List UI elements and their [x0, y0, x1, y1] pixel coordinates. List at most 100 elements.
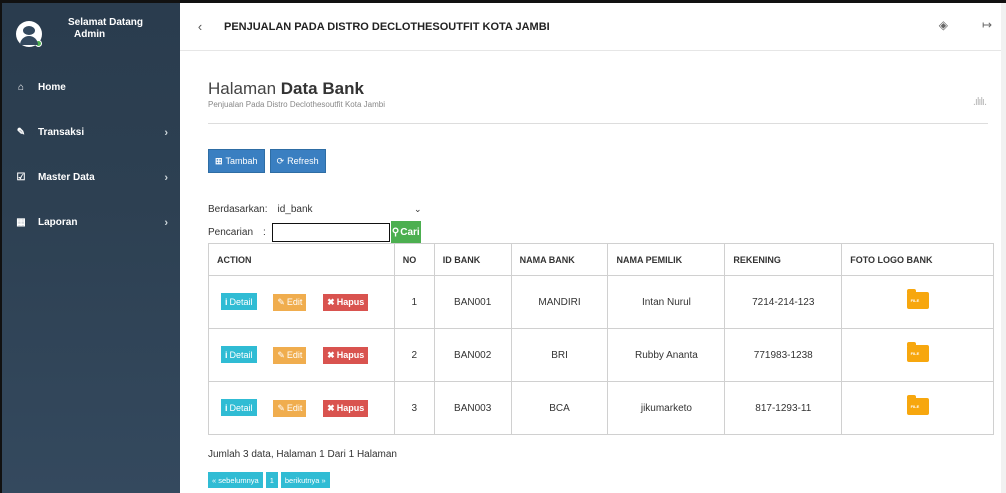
- search-icon: ⚲: [391, 226, 400, 238]
- page-title: Halaman Data Bank: [208, 79, 1006, 99]
- search-button[interactable]: ⚲ Cari: [390, 221, 421, 243]
- cell-id-bank: BAN002: [433, 328, 512, 382]
- sidebar-item-transaksi[interactable]: ✎ Transaksi ›: [2, 110, 180, 155]
- column-header: NO: [393, 243, 435, 276]
- close-icon: ✖: [327, 402, 335, 413]
- cell-id-bank: BAN003: [433, 381, 512, 435]
- cell-no: 1: [393, 275, 435, 329]
- info-icon: i: [225, 349, 228, 360]
- filter-by-select[interactable]: id_bank ⌄: [273, 200, 421, 218]
- cell-nama-bank: BCA: [510, 381, 609, 435]
- next-page-button[interactable]: berikutnya »: [280, 472, 330, 488]
- sidebar-item-label: Transaksi: [38, 127, 85, 138]
- info-icon: i: [225, 296, 228, 307]
- cell-logo: FILE: [841, 328, 994, 382]
- edit-button[interactable]: ✎ Edit: [273, 346, 307, 364]
- info-icon: i: [225, 402, 228, 413]
- refresh-button-label: Refresh: [287, 156, 319, 166]
- sidebar-item-label: Master Data: [38, 172, 95, 183]
- filter-by-label: Berdasarkan:: [208, 203, 268, 215]
- cell-nama-pemilik: Intan Nurul: [607, 275, 726, 329]
- refresh-icon: ⟳: [276, 155, 285, 166]
- scrollbar[interactable]: [1001, 3, 1006, 493]
- bar-chart-icon: .ılılı.: [972, 96, 987, 108]
- edit-icon: ✎: [277, 349, 285, 360]
- edit-icon: ☑: [16, 172, 26, 183]
- detail-button[interactable]: i Detail: [221, 293, 257, 311]
- chevron-right-icon: ›: [164, 216, 168, 229]
- detail-button[interactable]: i Detail: [221, 346, 257, 364]
- add-button[interactable]: ⊞ Tambah: [208, 149, 265, 173]
- search-input[interactable]: [271, 222, 390, 242]
- top-bar: ‹ PENJUALAN PADA DISTRO DECLOTHESOUTFIT …: [180, 3, 1006, 51]
- sidebar-item-home[interactable]: ⌂ Home: [2, 65, 180, 110]
- table-row: i Detail ✎ Edit ✖ Hapus 3 BAN003 BCA jikuma…: [208, 381, 994, 435]
- filter-by-value: id_bank: [277, 203, 313, 215]
- cell-nama-pemilik: Rubby Ananta: [607, 328, 726, 382]
- cell-no: 2: [393, 328, 435, 382]
- welcome-text: Selamat Datang: [68, 17, 144, 28]
- user-name: Admin: [74, 29, 106, 40]
- chevron-left-icon: ‹: [197, 19, 203, 34]
- column-header: NAMA BANK: [510, 243, 609, 276]
- table-header-row: ACTION NO ID BANK NAMA BANK NAMA PEMILIK…: [208, 243, 994, 276]
- prev-page-button[interactable]: « sebelumnya: [208, 472, 263, 488]
- edit-button[interactable]: ✎ Edit: [273, 399, 307, 417]
- divider: [208, 123, 988, 124]
- sidebar-item-laporan[interactable]: ▦ Laporan ›: [2, 200, 180, 245]
- file-folder-icon[interactable]: FILE: [906, 342, 929, 362]
- chevron-right-icon: ›: [164, 126, 168, 139]
- cell-no: 3: [393, 381, 435, 435]
- refresh-button[interactable]: ⟳ Refresh: [269, 149, 326, 173]
- cell-rekening: 771983-1238: [724, 328, 843, 382]
- action-cell: i Detail ✎ Edit ✖ Hapus: [208, 328, 395, 382]
- page-subtitle: Penjualan Pada Distro Declothesoutfit Ko…: [208, 100, 385, 109]
- sidebar-toggle-button[interactable]: ‹: [180, 19, 220, 34]
- table-row: i Detail ✎ Edit ✖ Hapus 1 BAN001 MANDIRI In…: [208, 275, 994, 329]
- cell-nama-bank: MANDIRI: [510, 275, 609, 329]
- sidebar-item-label: Home: [38, 82, 66, 93]
- sidebar: Selamat Datang Admin ⌂ Home ✎ Transaksi …: [2, 3, 180, 493]
- table-row: i Detail ✎ Edit ✖ Hapus 2 BAN002 BRI Rubby …: [208, 328, 994, 382]
- paint-bucket-icon[interactable]: ◈: [939, 18, 948, 32]
- cell-id-bank: BAN001: [433, 275, 512, 329]
- avatar: [16, 21, 42, 47]
- delete-button[interactable]: ✖ Hapus: [323, 399, 369, 417]
- column-header: FOTO LOGO BANK: [841, 243, 994, 276]
- delete-button[interactable]: ✖ Hapus: [323, 346, 369, 364]
- column-header: REKENING: [724, 243, 843, 276]
- cell-logo: FILE: [841, 275, 994, 329]
- delete-button[interactable]: ✖ Hapus: [323, 293, 369, 311]
- pencil-icon: ✎: [16, 127, 26, 138]
- search-button-label: Cari: [400, 226, 420, 238]
- add-button-label: Tambah: [225, 156, 258, 166]
- file-folder-icon[interactable]: FILE: [906, 395, 929, 415]
- cell-rekening: 7214-214-123: [724, 275, 843, 329]
- filter-form: Berdasarkan: id_bank ⌄ Pencarian : ⚲ Car…: [208, 201, 421, 243]
- cell-logo: FILE: [841, 381, 994, 435]
- file-folder-icon[interactable]: FILE: [906, 289, 929, 309]
- sidebar-item-label: Laporan: [38, 217, 78, 228]
- cell-nama-bank: BRI: [510, 328, 609, 382]
- detail-button[interactable]: i Detail: [221, 399, 257, 417]
- online-status-icon: [35, 40, 42, 47]
- sidebar-item-master-data[interactable]: ☑ Master Data ›: [2, 155, 180, 200]
- chevron-down-icon: ⌄: [413, 203, 422, 214]
- home-icon: ⌂: [17, 82, 25, 93]
- page-number-button[interactable]: 1: [265, 472, 278, 488]
- edit-icon: ✎: [277, 296, 285, 307]
- edit-button[interactable]: ✎ Edit: [273, 293, 307, 311]
- pagination-info: Jumlah 3 data, Halaman 1 Dari 1 Halaman: [208, 449, 397, 460]
- app-title: PENJUALAN PADA DISTRO DECLOTHESOUTFIT KO…: [224, 20, 550, 33]
- close-icon: ✖: [327, 296, 335, 307]
- logout-icon[interactable]: ↦: [982, 18, 992, 32]
- cell-nama-pemilik: jikumarketo: [607, 381, 726, 435]
- column-header: NAMA PEMILIK: [607, 243, 726, 276]
- page-title-main: Data Bank: [280, 79, 364, 98]
- bank-table: ACTION NO ID BANK NAMA BANK NAMA PEMILIK…: [208, 243, 994, 435]
- action-cell: i Detail ✎ Edit ✖ Hapus: [208, 381, 395, 435]
- cell-rekening: 817-1293-11: [724, 381, 843, 435]
- calendar-icon: ▦: [16, 217, 26, 228]
- page-title-prefix: Halaman: [208, 79, 277, 98]
- close-icon: ✖: [327, 349, 335, 360]
